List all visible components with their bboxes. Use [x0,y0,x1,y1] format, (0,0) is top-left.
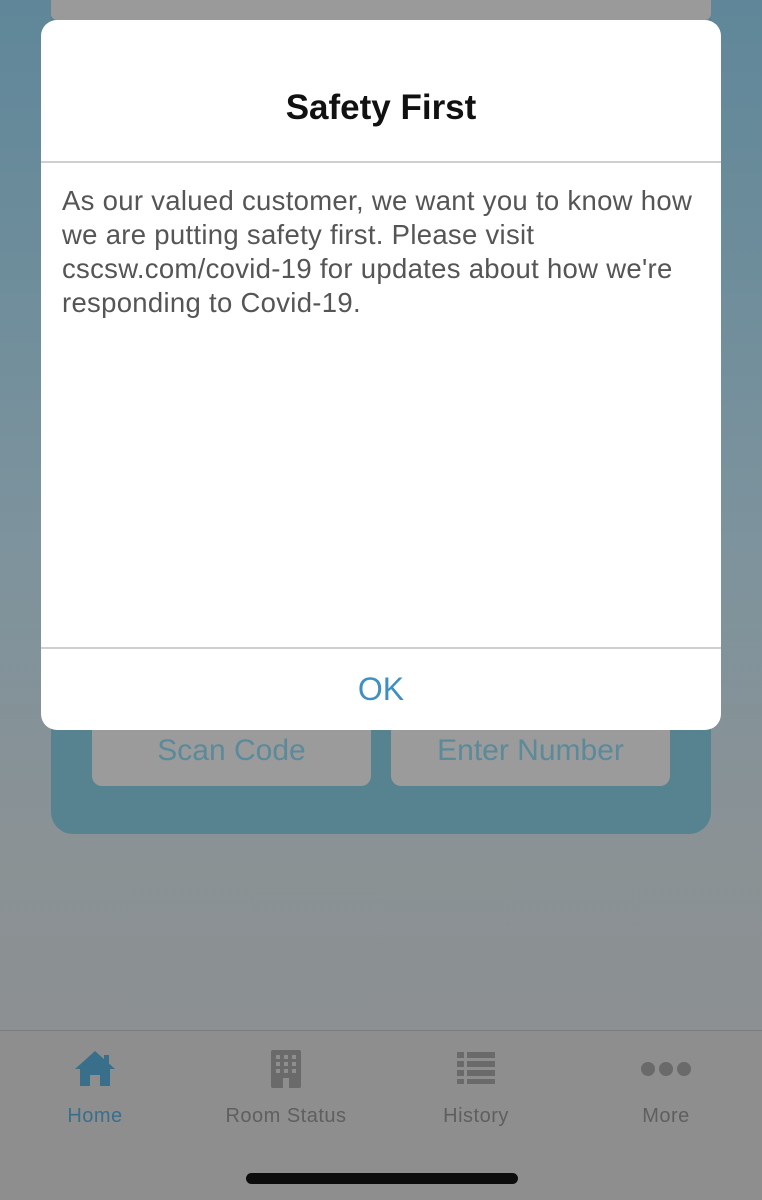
enter-number-label: Enter Number [437,734,624,767]
app-card-header [51,0,711,20]
tab-room-status[interactable]: Room Status [191,1049,381,1139]
safety-alert-dialog: Safety First As our valued customer, we … [41,20,721,730]
ok-button-label: OK [357,671,405,707]
app-screen: Scan Code Enter Number Home Room Status … [0,0,762,1200]
tab-more[interactable]: More [571,1049,761,1139]
scan-code-label: Scan Code [157,734,306,767]
building-icon [191,1049,381,1093]
tab-history-label: History [443,1105,509,1127]
home-indicator[interactable] [246,1173,518,1184]
tab-more-label: More [642,1105,690,1127]
more-dots-icon [571,1049,761,1093]
home-icon [0,1049,190,1093]
tab-history[interactable]: History [381,1049,571,1139]
list-icon [381,1049,571,1093]
tab-room-status-label: Room Status [225,1105,347,1127]
tab-home-label: Home [67,1105,123,1127]
alert-title: Safety First [285,88,477,127]
alert-message: As our valued customer, we want you to k… [62,185,693,318]
tab-home[interactable]: Home [0,1049,190,1139]
alert-divider [41,161,721,163]
ok-button[interactable]: OK [41,649,721,730]
